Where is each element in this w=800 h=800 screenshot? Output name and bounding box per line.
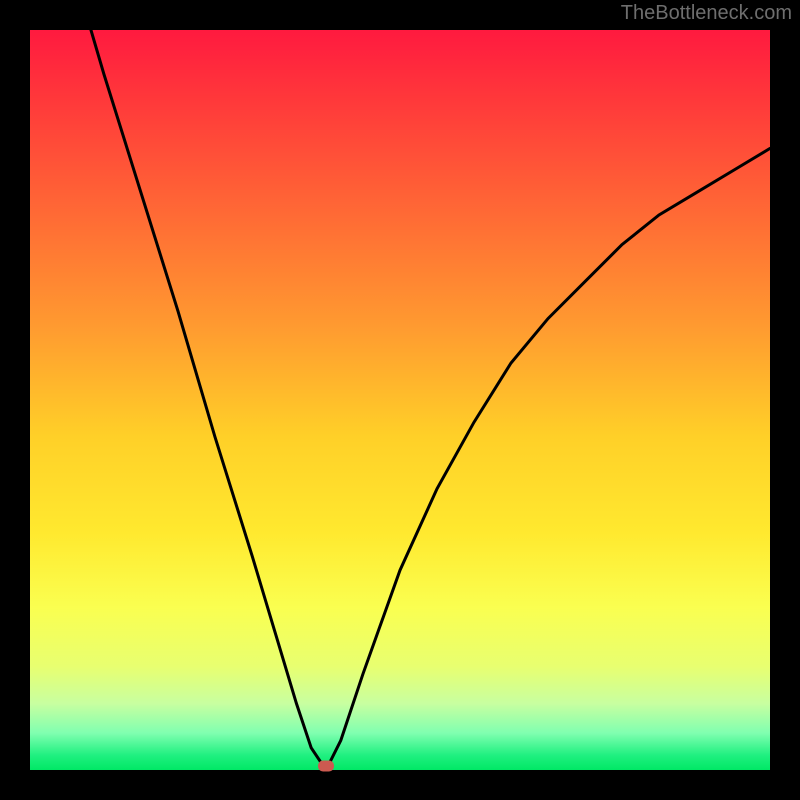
plot-area [30, 30, 770, 770]
bottleneck-curve [30, 30, 770, 770]
optimal-point-marker [318, 761, 334, 772]
watermark-text: TheBottleneck.com [621, 2, 792, 25]
